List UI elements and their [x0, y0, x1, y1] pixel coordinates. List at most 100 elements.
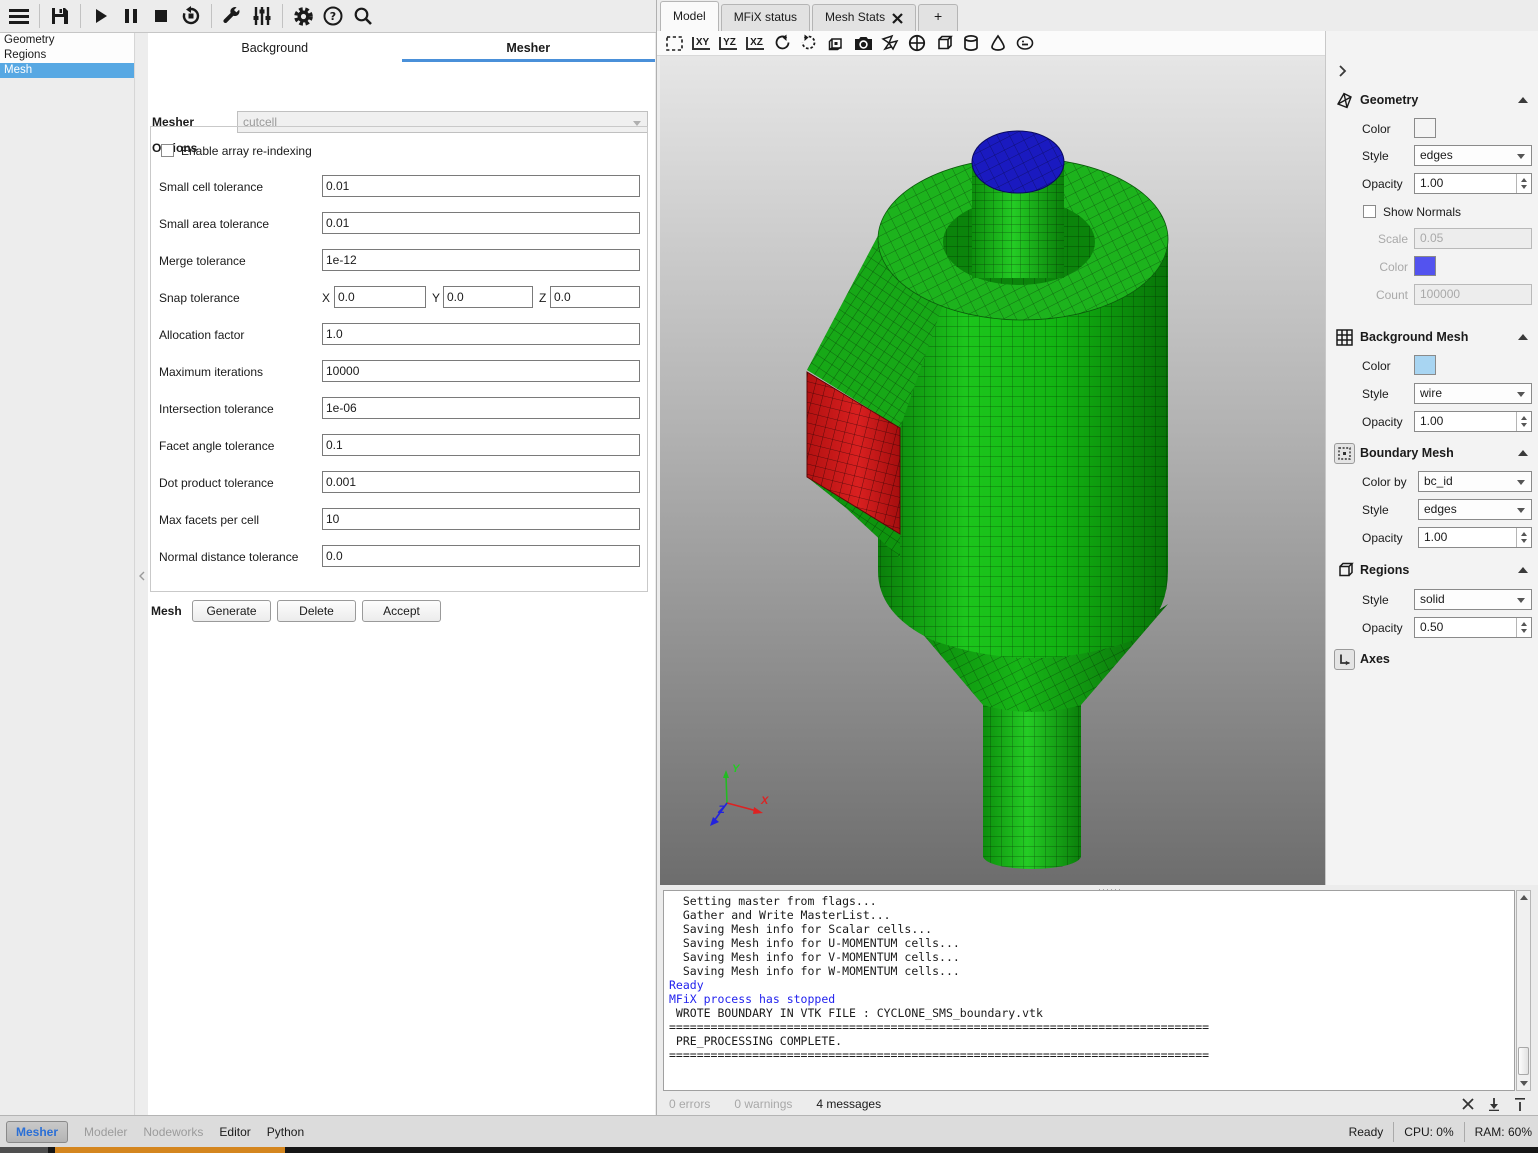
show-normals-checkbox[interactable]	[1363, 205, 1376, 218]
boundary-colorby-select[interactable]: bc_id	[1418, 471, 1532, 492]
view-yz-icon[interactable]: YZ	[718, 33, 738, 53]
bgmesh-color-swatch[interactable]	[1414, 355, 1436, 375]
boundary-mesh-section-title[interactable]: Boundary Mesh	[1360, 446, 1454, 460]
rotate-right-icon[interactable]	[799, 33, 819, 53]
boundary-opacity-spin[interactable]: 1.00	[1418, 527, 1532, 548]
collapse-section-icon[interactable]	[1518, 450, 1528, 456]
cube-geometry-icon[interactable]	[934, 33, 954, 53]
normal-distance-tolerance-input[interactable]	[322, 545, 640, 567]
save-icon[interactable]	[45, 2, 75, 30]
spin-arrows[interactable]	[1516, 618, 1531, 637]
panel-splitter[interactable]	[136, 33, 148, 1115]
pause-icon[interactable]	[116, 2, 146, 30]
error-count[interactable]: 0 errors	[669, 1097, 710, 1111]
sphere-widget-icon[interactable]	[907, 33, 927, 53]
clear-console-icon[interactable]	[1455, 1098, 1481, 1110]
delete-button[interactable]: Delete	[277, 600, 356, 622]
spin-arrows[interactable]	[1516, 412, 1531, 431]
mode-python-button[interactable]: Python	[267, 1125, 304, 1139]
tab-background[interactable]: Background	[148, 33, 402, 60]
accept-button[interactable]: Accept	[362, 600, 441, 622]
boundary-mesh-section-icon[interactable]	[1334, 443, 1355, 464]
help-icon[interactable]: ?	[318, 2, 348, 30]
collapse-section-icon[interactable]	[1518, 567, 1528, 573]
generate-button[interactable]: Generate	[192, 600, 271, 622]
view-xy-icon[interactable]: XY	[691, 33, 711, 53]
reset-view-icon[interactable]	[664, 33, 684, 53]
screenshot-camera-icon[interactable]	[853, 33, 873, 53]
tab-model[interactable]: Model	[660, 1, 719, 31]
tab-mesh-stats[interactable]: Mesh Stats	[812, 4, 916, 31]
collapse-section-icon[interactable]	[1518, 97, 1528, 103]
normals-color-swatch[interactable]	[1414, 256, 1436, 276]
cone-geometry-icon[interactable]	[988, 33, 1008, 53]
cylinder-geometry-icon[interactable]	[961, 33, 981, 53]
allocation-factor-input[interactable]	[322, 323, 640, 345]
dot-product-tolerance-input[interactable]	[322, 471, 640, 493]
warning-count[interactable]: 0 warnings	[734, 1097, 792, 1111]
scrollbar-thumb[interactable]	[1518, 1047, 1529, 1075]
nav-item-mesh[interactable]: Mesh	[0, 63, 134, 78]
max-facets-per-cell-input[interactable]	[322, 508, 640, 530]
build-wrench-icon[interactable]	[217, 2, 247, 30]
collapse-section-icon[interactable]	[1518, 334, 1528, 340]
parameter-sliders-icon[interactable]	[247, 2, 277, 30]
mode-modeler-button[interactable]: Modeler	[84, 1125, 127, 1139]
regions-opacity-spin[interactable]: 0.50	[1414, 617, 1532, 638]
snap-z-input[interactable]	[550, 286, 640, 308]
close-icon[interactable]	[892, 13, 903, 24]
menu-icon[interactable]	[4, 2, 34, 30]
vtk-3d-viewport[interactable]: Y X Z	[660, 56, 1325, 885]
bgmesh-style-select[interactable]: wire	[1414, 383, 1532, 404]
boundary-style-select[interactable]: edges	[1418, 499, 1532, 520]
regions-style-select[interactable]: solid	[1414, 589, 1532, 610]
mode-mesher-button[interactable]: Mesher	[6, 1121, 68, 1143]
merge-tolerance-input[interactable]	[322, 249, 640, 271]
tab-mfix-status[interactable]: MFiX status	[721, 4, 810, 31]
scroll-to-top-icon[interactable]	[1507, 1098, 1533, 1111]
geometry-style-select[interactable]: edges	[1414, 145, 1532, 166]
scroll-down-icon[interactable]	[1520, 1081, 1528, 1086]
search-icon[interactable]	[348, 2, 378, 30]
mode-nodeworks-button[interactable]: Nodeworks	[143, 1125, 203, 1139]
scroll-to-bottom-icon[interactable]	[1481, 1098, 1507, 1111]
nav-item-geometry[interactable]: Geometry	[0, 33, 134, 48]
glyph-normals-icon[interactable]	[880, 33, 900, 53]
perspective-icon[interactable]	[826, 33, 846, 53]
rotate-left-icon[interactable]	[772, 33, 792, 53]
bgmesh-opacity-spin[interactable]: 1.00	[1414, 411, 1532, 432]
settings-gear-icon[interactable]	[288, 2, 318, 30]
small-cell-tolerance-input[interactable]	[322, 175, 640, 197]
spin-arrows[interactable]	[1516, 174, 1531, 193]
spin-arrows[interactable]	[1516, 528, 1531, 547]
facet-angle-tolerance-input[interactable]	[322, 434, 640, 456]
terminal-output[interactable]: Setting master from flags... Gather and …	[663, 890, 1515, 1091]
terminal-scrollbar[interactable]	[1516, 890, 1531, 1091]
scroll-up-icon[interactable]	[1520, 895, 1528, 900]
enable-array-checkbox[interactable]	[161, 144, 174, 157]
nav-item-regions[interactable]: Regions	[0, 48, 134, 63]
reset-icon[interactable]	[176, 2, 206, 30]
collapse-right-icon[interactable]	[1338, 65, 1347, 77]
maximum-iterations-input[interactable]	[322, 360, 640, 382]
message-count[interactable]: 4 messages	[816, 1097, 881, 1111]
run-icon[interactable]	[86, 2, 116, 30]
small-area-tolerance-input[interactable]	[322, 212, 640, 234]
stop-icon[interactable]	[146, 2, 176, 30]
snap-x-input[interactable]	[334, 286, 426, 308]
geometry-section-title[interactable]: Geometry	[1360, 93, 1418, 107]
background-mesh-section-title[interactable]: Background Mesh	[1360, 330, 1468, 344]
add-tab-button[interactable]: +	[918, 4, 958, 31]
mode-editor-button[interactable]: Editor	[219, 1125, 250, 1139]
geometry-opacity-spin[interactable]: 1.00	[1414, 173, 1532, 194]
tab-mesher[interactable]: Mesher	[402, 33, 656, 60]
geometry-color-swatch[interactable]	[1414, 118, 1436, 138]
axes-section-icon[interactable]	[1334, 649, 1355, 670]
regions-section-title[interactable]: Regions	[1360, 563, 1409, 577]
axes-section-title[interactable]: Axes	[1360, 652, 1390, 666]
clip-widget-icon[interactable]	[1015, 33, 1035, 53]
intersection-tolerance-input[interactable]	[322, 397, 640, 419]
terminal-panel: ······ Setting master from flags... Gath…	[657, 885, 1538, 1093]
view-xz-icon[interactable]: XZ	[745, 33, 765, 53]
snap-y-input[interactable]	[443, 286, 533, 308]
